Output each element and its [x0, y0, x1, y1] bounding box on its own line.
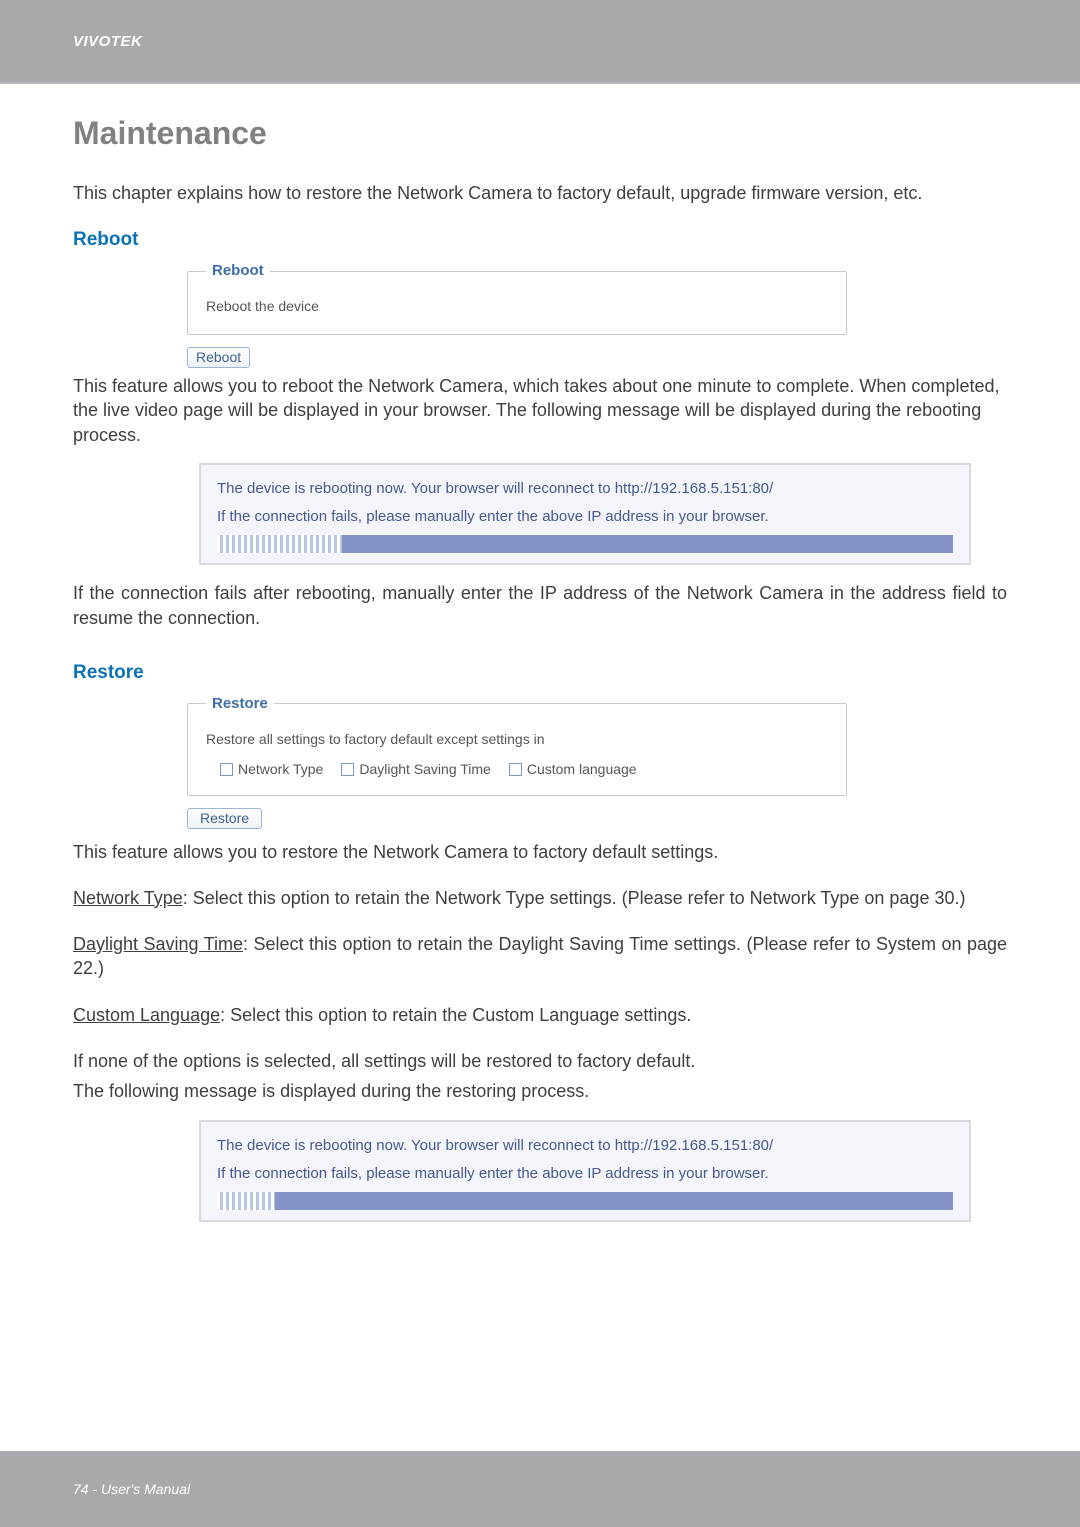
restore-options-row: Network Type Daylight Saving Time Custom…: [206, 760, 828, 779]
footer-text: 74 - User's Manual: [73, 1481, 190, 1497]
restore-progress-fill: [217, 1192, 275, 1210]
restore-panel-text: Restore all settings to factory default …: [206, 728, 828, 750]
restore-lang-para: Custom Language: Select this option to r…: [73, 1003, 1007, 1027]
page-header: VIVOTEK: [0, 0, 1080, 82]
reboot-panel: Reboot Reboot the device: [187, 261, 847, 335]
restore-opt-network-label: Network Type: [238, 760, 323, 779]
restore-net-text: : Select this option to retain the Netwo…: [183, 888, 966, 908]
restore-net-para: Network Type: Select this option to reta…: [73, 886, 1007, 910]
restore-desc: This feature allows you to restore the N…: [73, 840, 1007, 864]
restore-follow-text: The following message is displayed durin…: [73, 1079, 1007, 1103]
restore-lang-label: Custom Language: [73, 1005, 220, 1025]
reboot-panel-text: Reboot the device: [206, 295, 828, 317]
restore-legend: Restore: [206, 694, 274, 714]
restore-opt-network[interactable]: Network Type: [220, 760, 323, 779]
reboot-after-text: If the connection fails after rebooting,…: [73, 581, 1007, 630]
page-content: Maintenance This chapter explains how to…: [0, 84, 1080, 1222]
page-title: Maintenance: [73, 112, 1007, 155]
checkbox-icon: [341, 763, 354, 776]
restore-opt-dst-label: Daylight Saving Time: [359, 760, 491, 779]
restore-opt-lang[interactable]: Custom language: [509, 760, 637, 779]
restore-msg-line1: The device is rebooting now. Your browse…: [217, 1136, 953, 1156]
restore-message-box: The device is rebooting now. Your browse…: [199, 1120, 971, 1223]
restore-opt-dst[interactable]: Daylight Saving Time: [341, 760, 491, 779]
restore-heading: Restore: [73, 660, 1007, 686]
reboot-message-box: The device is rebooting now. Your browse…: [199, 463, 971, 566]
reboot-legend: Reboot: [206, 261, 270, 281]
restore-dst-para: Daylight Saving Time: Select this option…: [73, 932, 1007, 981]
reboot-button[interactable]: Reboot: [187, 347, 250, 368]
reboot-msg-line1: The device is rebooting now. Your browse…: [217, 479, 953, 499]
restore-panel: Restore Restore all settings to factory …: [187, 694, 847, 797]
reboot-heading: Reboot: [73, 227, 1007, 253]
reboot-progress-fill: [217, 535, 342, 553]
restore-opt-lang-label: Custom language: [527, 760, 637, 779]
reboot-desc: This feature allows you to reboot the Ne…: [73, 374, 1007, 447]
restore-progress: [217, 1192, 953, 1210]
reboot-msg-line2: If the connection fails, please manually…: [217, 507, 953, 527]
restore-none-text: If none of the options is selected, all …: [73, 1049, 1007, 1073]
brand-label: VIVOTEK: [73, 33, 142, 50]
restore-msg-line2: If the connection fails, please manually…: [217, 1164, 953, 1184]
restore-dst-label: Daylight Saving Time: [73, 934, 243, 954]
reboot-progress: [217, 535, 953, 553]
intro-text: This chapter explains how to restore the…: [73, 181, 1007, 205]
restore-lang-text: : Select this option to retain the Custo…: [220, 1005, 691, 1025]
restore-button[interactable]: Restore: [187, 808, 262, 829]
checkbox-icon: [509, 763, 522, 776]
restore-net-label: Network Type: [73, 888, 183, 908]
checkbox-icon: [220, 763, 233, 776]
page-footer: 74 - User's Manual: [0, 1451, 1080, 1527]
